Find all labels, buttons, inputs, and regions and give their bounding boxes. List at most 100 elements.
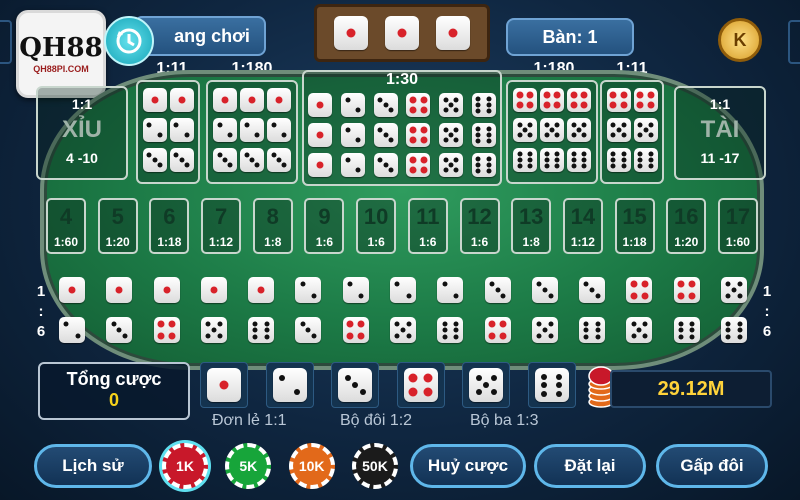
table-number-badge: Bàn: 1 xyxy=(506,18,634,56)
die-face-4-icon xyxy=(673,277,700,303)
combo-bet-2-4[interactable] xyxy=(338,277,374,343)
logo-subtitle: QH88PI.COM xyxy=(33,63,89,74)
die-face-2-icon xyxy=(240,118,264,142)
die-face-5-icon xyxy=(626,317,653,343)
die-face-4-icon xyxy=(540,88,564,112)
sum-bet-8[interactable]: 8 1:8 xyxy=(252,198,293,254)
die-face-1-icon xyxy=(308,123,333,147)
die-face-6-icon xyxy=(248,317,275,343)
die-face-4-icon xyxy=(406,153,431,177)
sum-bets-row: 4 1:60 5 1:20 6 1:18 7 1:12 8 1:8 9 1:6 10 1:6 11 1:6 12… xyxy=(46,198,758,254)
combo-odds-right-3: 6 xyxy=(762,323,772,340)
total-bet-value: 0 xyxy=(108,390,119,410)
combo-bet-3-6[interactable] xyxy=(574,277,610,343)
double-bet-button[interactable]: Gấp đôi xyxy=(656,444,768,488)
chip-50k[interactable]: 50K xyxy=(351,443,398,489)
die-face-4-icon xyxy=(153,317,180,343)
sum-number: 13 xyxy=(518,204,544,229)
combo-bet-2-6[interactable] xyxy=(432,277,468,343)
balance-display: 29.12M xyxy=(610,370,772,408)
chip-10k[interactable]: 10K xyxy=(288,443,335,489)
right-arrow-icon[interactable] xyxy=(788,20,800,64)
logo-mark: QH88 xyxy=(19,32,103,63)
sum-bet-11[interactable]: 11 1:6 xyxy=(407,198,448,254)
die-face-5-icon xyxy=(606,118,631,142)
chip-5k[interactable]: 5K xyxy=(225,443,272,489)
sum-bet-6[interactable]: 6 1:18 xyxy=(149,198,190,254)
single-dice-bet-4[interactable] xyxy=(396,362,445,408)
combo-bet-3-4[interactable] xyxy=(480,277,516,343)
combo-bet-5-6[interactable] xyxy=(716,277,752,343)
combo-bet-2-3[interactable] xyxy=(290,277,326,343)
sum-odds: 1:6 xyxy=(470,235,489,249)
combo-bet-4-5[interactable] xyxy=(621,277,657,343)
reset-button[interactable]: Đặt lại xyxy=(534,444,646,488)
combo-bet-3-5[interactable] xyxy=(527,277,563,343)
single-dice-bet-2[interactable] xyxy=(265,362,314,408)
combo-bet-1-4[interactable] xyxy=(149,277,185,343)
single-dice-bet-3[interactable] xyxy=(331,362,380,408)
die-face-6-icon xyxy=(567,148,591,172)
combo-bet-4-6[interactable] xyxy=(669,277,705,343)
history-button-label: Lịch sử xyxy=(62,456,124,475)
single-dice-bet-5[interactable] xyxy=(462,362,511,408)
any-triple-column xyxy=(406,93,431,177)
die-face-1-icon xyxy=(142,88,167,112)
die-face-2-icon xyxy=(267,118,291,142)
die-face-6-icon xyxy=(534,368,569,402)
pairs-left-area[interactable] xyxy=(136,80,200,184)
die-face-2-icon xyxy=(437,277,464,303)
combo-bet-1-3[interactable] xyxy=(101,277,137,343)
die-face-6-icon xyxy=(673,317,700,343)
die-face-4-icon xyxy=(403,368,438,402)
double-odds-label: Bộ đôi 1:2 xyxy=(340,412,413,429)
die-face-1-icon xyxy=(59,277,85,303)
chip-1k[interactable]: 1K xyxy=(162,443,208,489)
sum-bet-13[interactable]: 13 1:8 xyxy=(511,198,552,254)
left-arrow-icon[interactable] xyxy=(0,20,12,64)
sum-bet-7[interactable]: 7 1:12 xyxy=(201,198,242,254)
combo-bet-1-5[interactable] xyxy=(196,277,232,343)
combo-bet-1-2[interactable] xyxy=(54,277,90,343)
die-face-2-icon xyxy=(340,93,365,117)
die-face-6-icon xyxy=(471,153,496,177)
tai-range: 11 -17 xyxy=(700,150,740,166)
die-face-5-icon xyxy=(389,317,416,343)
sum-bet-17[interactable]: 17 1:60 xyxy=(717,198,758,254)
sum-bet-14[interactable]: 14 1:12 xyxy=(562,198,603,254)
die-face-1-icon xyxy=(153,277,180,303)
combo-bet-2-5[interactable] xyxy=(385,277,421,343)
sum-bet-15[interactable]: 15 1:18 xyxy=(614,198,655,254)
tai-label: TÀI xyxy=(700,116,740,143)
combo-bet-1-6[interactable] xyxy=(243,277,279,343)
sum-bet-12[interactable]: 12 1:6 xyxy=(459,198,500,254)
chip-label: 5K xyxy=(239,458,258,474)
single-dice-bet-6[interactable] xyxy=(527,362,576,408)
die-face-2-icon xyxy=(340,153,365,177)
triples-right-area[interactable] xyxy=(506,80,598,184)
sum-bet-9[interactable]: 9 1:6 xyxy=(304,198,345,254)
die-face-5-icon xyxy=(567,118,591,142)
sum-bet-16[interactable]: 16 1:20 xyxy=(666,198,707,254)
single-dice-bet-1[interactable] xyxy=(200,362,248,408)
sum-number: 7 xyxy=(214,204,228,229)
tai-bet-area[interactable]: 1:1 TÀI 11 -17 xyxy=(674,86,766,180)
die-face-1-icon xyxy=(308,93,333,117)
sum-bet-10[interactable]: 10 1:6 xyxy=(356,198,397,254)
single-odds-label: Đơn lẻ 1:1 xyxy=(212,412,287,429)
triples-left-area[interactable] xyxy=(206,80,298,184)
history-button[interactable]: Lịch sử xyxy=(34,444,152,488)
combo-odds-left-3: 6 xyxy=(36,323,46,340)
sum-bet-5[interactable]: 5 1:20 xyxy=(97,198,138,254)
game-mode-button[interactable]: ang chơi xyxy=(134,16,266,56)
coin-k-button[interactable]: K xyxy=(718,18,762,62)
sum-bet-4[interactable]: 4 1:60 xyxy=(46,198,86,254)
die-face-3-icon xyxy=(373,123,398,147)
any-triple-area[interactable]: 1:30 xyxy=(302,70,502,186)
cancel-bet-button[interactable]: Huỷ cược xyxy=(410,444,526,488)
history-clock-icon[interactable] xyxy=(104,16,154,66)
die-face-6-icon xyxy=(720,317,747,343)
pairs-right-area[interactable] xyxy=(600,80,664,184)
xiu-bet-area[interactable]: 1:1 XỈU 4 -10 xyxy=(36,86,128,180)
die-face-2-icon xyxy=(389,277,416,303)
